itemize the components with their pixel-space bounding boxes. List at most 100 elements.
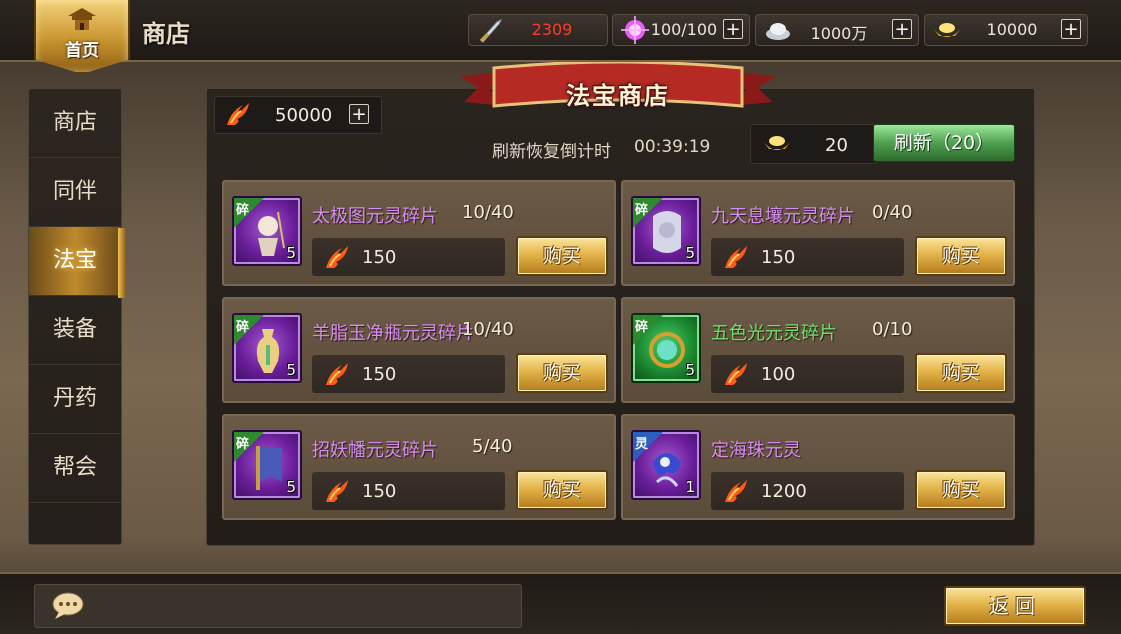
fragment-badge: 碎 — [635, 203, 649, 218]
item-price: 150 — [312, 355, 505, 393]
item-price-amount: 150 — [362, 481, 397, 502]
item-name: 九天息壤元灵碎片 — [711, 206, 855, 227]
tab-pill[interactable]: 丹药 — [29, 365, 121, 434]
resource-combat-power: 2309 — [468, 14, 608, 46]
tab-shop[interactable]: 商店 — [29, 89, 121, 158]
buy-button[interactable]: 购买 — [915, 353, 1007, 393]
add-silver-button[interactable]: + — [892, 19, 912, 39]
banner-flag-icon — [256, 446, 282, 490]
item-thumbnail[interactable]: 灵 1 — [631, 430, 701, 500]
add-treasure-currency-button[interactable]: + — [349, 104, 369, 124]
item-price-amount: 150 — [761, 247, 796, 268]
silver-value: 1000万 — [810, 24, 868, 43]
stamina-value: 100/100 — [650, 20, 718, 39]
tab-treasure[interactable]: 法宝 — [29, 227, 121, 296]
chat-input[interactable] — [34, 584, 522, 628]
tab-guild[interactable]: 帮会 — [29, 434, 121, 503]
refresh-countdown-time: 00:39:19 — [634, 137, 711, 157]
chat-bubble-icon — [52, 592, 84, 619]
item-name: 太极图元灵碎片 — [312, 206, 438, 227]
five-color-orb-icon — [649, 332, 685, 368]
fragment-badge: 碎 — [236, 320, 250, 335]
refresh-countdown-label: 刷新恢复倒计时 — [492, 142, 611, 162]
flame-feather-icon — [326, 480, 348, 502]
tab-companion[interactable]: 同伴 — [29, 158, 121, 227]
combat-power-value: 2309 — [531, 20, 573, 39]
resource-stamina: 100/100 + — [612, 14, 750, 46]
flame-feather-icon — [725, 480, 747, 502]
refresh-button[interactable]: 刷新（20） — [873, 124, 1015, 162]
resource-silver: 1000万 + — [755, 14, 919, 46]
add-stamina-button[interactable]: + — [723, 19, 743, 39]
treasure-currency: 50000 + — [214, 96, 382, 134]
item-count: 5 — [286, 478, 296, 496]
back-button[interactable]: 返回 — [944, 586, 1086, 626]
item-thumbnail[interactable]: 碎 5 — [232, 313, 302, 383]
item-count: 1 — [685, 478, 695, 496]
shop-title: 法宝商店 — [566, 82, 670, 110]
pagoda-icon — [68, 8, 96, 30]
shop-item-card: 碎 5 羊脂玉净瓶元灵碎片 10/40 150 购买 — [222, 297, 616, 403]
flame-feather-icon — [725, 363, 747, 385]
fragment-badge: 碎 — [236, 203, 250, 218]
page-title: 商店 — [142, 20, 190, 48]
bottom-bar: 返回 — [0, 572, 1121, 634]
item-price-amount: 150 — [362, 364, 397, 385]
item-thumbnail[interactable]: 碎 5 — [631, 196, 701, 266]
item-price: 150 — [711, 238, 904, 276]
item-thumbnail[interactable]: 碎 5 — [232, 196, 302, 266]
flame-feather-icon — [227, 103, 249, 125]
resource-gold: 10000 + — [924, 14, 1088, 46]
flame-feather-icon — [725, 246, 747, 268]
shop-item-card: 碎 5 五色光元灵碎片 0/10 100 购买 — [621, 297, 1015, 403]
add-gold-button[interactable]: + — [1061, 19, 1081, 39]
item-price-amount: 1200 — [761, 481, 807, 502]
shop-item-card: 灵 1 定海珠元灵 1200 购买 — [621, 414, 1015, 520]
gold-ingot-icon — [933, 23, 961, 37]
item-count: 5 — [286, 244, 296, 262]
spirit-badge: 灵 — [635, 437, 649, 452]
item-stock: 10/40 — [462, 319, 514, 340]
top-bar: 首页 商店 2309 100/100 + 1000万 + 10000 + — [0, 0, 1121, 74]
item-count: 5 — [286, 361, 296, 379]
taiji-figure-icon — [258, 211, 285, 256]
gold-value: 10000 — [986, 20, 1038, 39]
home-label: 首页 — [65, 41, 99, 61]
item-stock: 5/40 — [472, 436, 513, 457]
item-price: 150 — [312, 238, 505, 276]
tab-equipment[interactable]: 装备 — [29, 296, 121, 365]
item-stock: 0/10 — [872, 319, 913, 340]
refresh-cost-amount: 20 — [825, 135, 848, 156]
flame-feather-icon — [326, 363, 348, 385]
buy-button[interactable]: 购买 — [516, 236, 608, 276]
earth-spirit-icon — [653, 211, 681, 253]
shop-item-card: 碎 5 九天息壤元灵碎片 0/40 150 购买 — [621, 180, 1015, 286]
sea-pearl-icon — [653, 453, 681, 487]
sword-icon — [479, 18, 503, 43]
item-price-amount: 100 — [761, 364, 796, 385]
flame-feather-icon — [326, 246, 348, 268]
item-price: 150 — [312, 472, 505, 510]
buy-button[interactable]: 购买 — [516, 353, 608, 393]
jade-vase-icon — [256, 329, 280, 373]
treasure-currency-amount: 50000 — [275, 105, 333, 126]
item-name: 定海珠元灵 — [711, 440, 801, 461]
item-count: 5 — [685, 361, 695, 379]
item-name: 五色光元灵碎片 — [711, 323, 837, 344]
home-button[interactable]: 首页 — [34, 0, 130, 74]
item-price: 100 — [711, 355, 904, 393]
buy-button[interactable]: 购买 — [915, 470, 1007, 510]
item-price: 1200 — [711, 472, 904, 510]
item-name: 羊脂玉净瓶元灵碎片 — [312, 323, 474, 344]
item-name: 招妖幡元灵碎片 — [312, 440, 438, 461]
buy-button[interactable]: 购买 — [516, 470, 608, 510]
buy-button[interactable]: 购买 — [915, 236, 1007, 276]
refresh-cost: 20 — [750, 124, 877, 164]
item-count: 5 — [685, 244, 695, 262]
category-sidebar: 商店 同伴 法宝 装备 丹药 帮会 — [28, 88, 122, 545]
item-stock: 10/40 — [462, 202, 514, 223]
item-thumbnail[interactable]: 碎 5 — [631, 313, 701, 383]
item-thumbnail[interactable]: 碎 5 — [232, 430, 302, 500]
active-tab-indicator — [118, 228, 126, 298]
gold-ingot-icon — [763, 136, 791, 150]
